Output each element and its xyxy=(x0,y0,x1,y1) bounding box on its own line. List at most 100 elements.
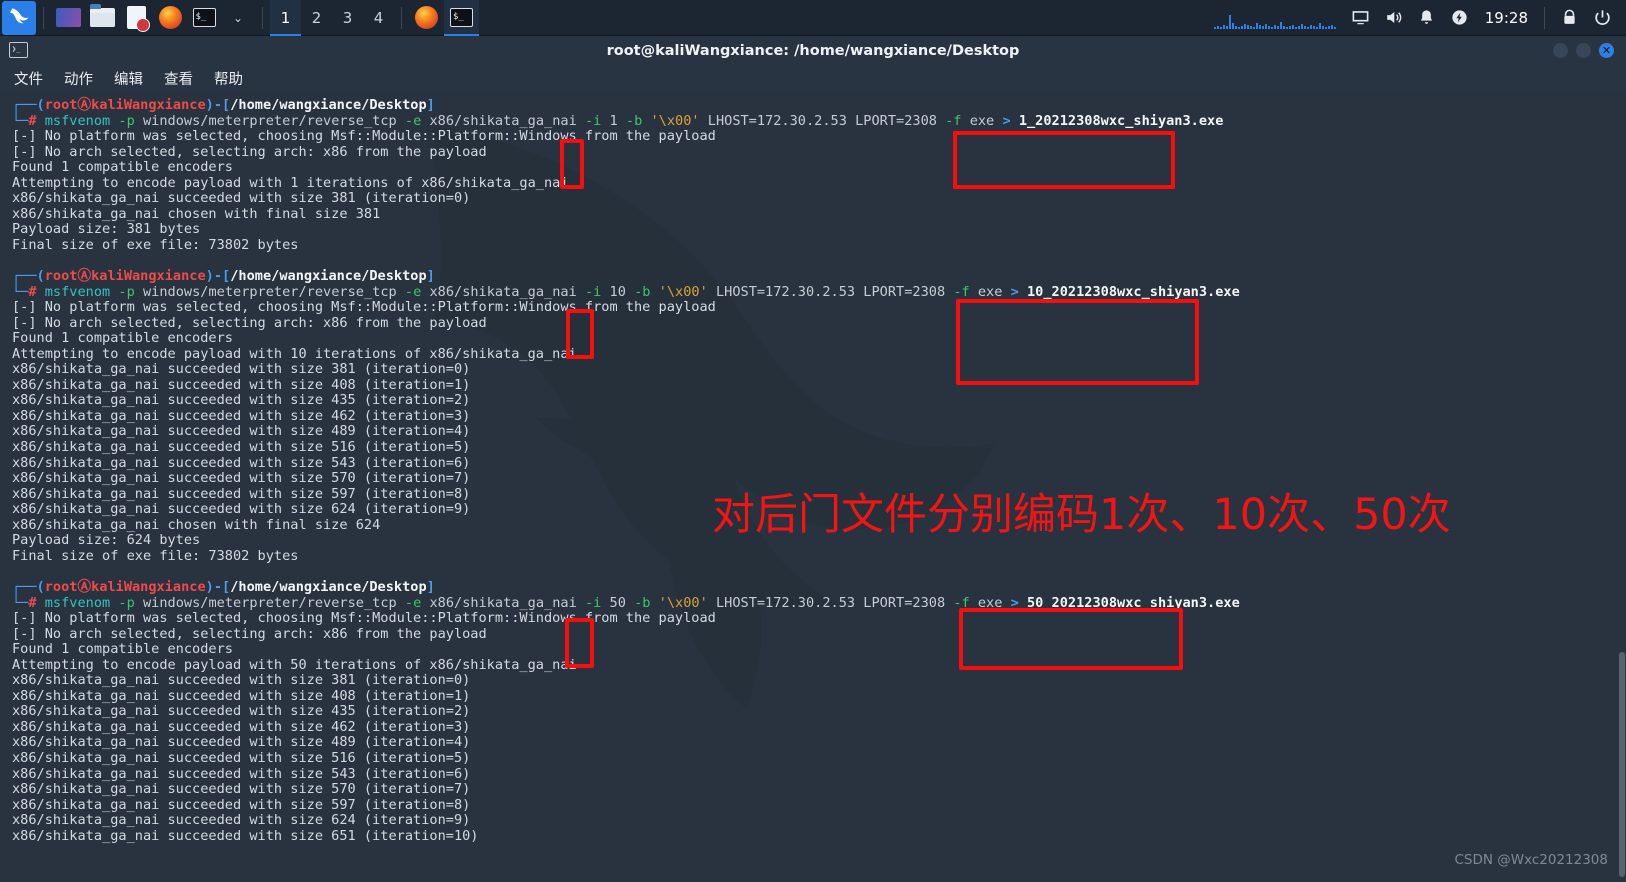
menu-help[interactable]: 帮助 xyxy=(214,68,243,89)
output-line: Attempting to encode payload with 50 ite… xyxy=(12,656,577,673)
output-line: x86/shikata_ga_nai succeeded with size 5… xyxy=(12,781,471,798)
window-title: root@kaliWangxiance: /home/wangxiance/De… xyxy=(606,42,1020,59)
document-icon xyxy=(126,6,150,32)
prompt-header: ┌──(rootⒶkaliWangxiance)-[/home/wangxian… xyxy=(12,578,435,595)
maximize-button[interactable] xyxy=(1576,43,1591,58)
bell-icon xyxy=(1421,10,1433,24)
display-settings-button[interactable] xyxy=(1345,0,1377,36)
divider xyxy=(262,6,263,29)
launcher-file-manager[interactable] xyxy=(85,1,119,35)
lock-icon xyxy=(1563,9,1575,24)
prompt-header: ┌──(rootⒶkaliWangxiance)-[/home/wangxian… xyxy=(12,97,435,113)
gradient-tile-icon xyxy=(55,8,81,27)
monitor-icon xyxy=(1352,11,1369,25)
menubar: 文件 动作 编辑 查看 帮助 xyxy=(0,65,1626,92)
divider xyxy=(401,6,402,29)
output-line: [-] No arch selected, selecting arch: x8… xyxy=(12,625,487,642)
output-line: x86/shikata_ga_nai succeeded with size 6… xyxy=(12,827,479,844)
terminal-output: ┌──(rootⒶkaliWangxiance)-[/home/wangxian… xyxy=(0,92,1626,844)
output-line: Attempting to encode payload with 10 ite… xyxy=(12,345,577,362)
launcher-app-gradient[interactable] xyxy=(51,1,85,35)
output-line: Found 1 compatible encoders xyxy=(12,159,233,176)
divider xyxy=(43,6,44,29)
terminal-icon xyxy=(450,8,473,27)
firefox-icon xyxy=(158,6,182,29)
window-titlebar[interactable]: root@kaliWangxiance: /home/wangxiance/De… xyxy=(0,36,1626,65)
firefox-icon xyxy=(415,6,438,29)
folder-icon xyxy=(89,4,115,27)
power-button[interactable] xyxy=(1444,0,1476,36)
terminal-viewport[interactable]: ┌──(rootⒶkaliWangxiance)-[/home/wangxian… xyxy=(0,92,1626,882)
menu-file[interactable]: 文件 xyxy=(14,68,43,89)
output-line: x86/shikata_ga_nai succeeded with size 4… xyxy=(12,392,471,409)
prompt-header: ┌──(rootⒶkaliWangxiance)-[/home/wangxian… xyxy=(12,268,435,285)
command-line: └─# msfvenom -p windows/meterpreter/reve… xyxy=(12,594,1240,611)
menu-edit[interactable]: 编辑 xyxy=(114,68,143,89)
launcher-firefox[interactable] xyxy=(153,1,187,35)
output-line: Found 1 compatible encoders xyxy=(12,641,233,658)
close-button[interactable]: ✕ xyxy=(1599,43,1614,58)
output-line: Final size of exe file: 73802 bytes xyxy=(12,236,299,253)
output-line: x86/shikata_ga_nai succeeded with size 4… xyxy=(12,718,471,735)
chevron-down-icon: ⌄ xyxy=(232,10,244,25)
speaker-icon xyxy=(1387,11,1402,24)
output-line: x86/shikata_ga_nai chosen with final siz… xyxy=(12,205,381,222)
kali-dragon-icon xyxy=(10,7,29,23)
output-line: x86/shikata_ga_nai succeeded with size 5… xyxy=(12,749,471,766)
workspace-4[interactable]: 4 xyxy=(363,0,394,36)
clock[interactable]: 19:28 xyxy=(1477,9,1536,27)
launcher-text-editor[interactable] xyxy=(119,1,153,35)
output-line: x86/shikata_ga_nai succeeded with size 3… xyxy=(12,190,471,207)
output-line: [-] No platform was selected, choosing M… xyxy=(12,128,716,145)
kali-menu-button[interactable] xyxy=(2,0,36,35)
csdn-watermark: CSDN @Wxc20212308 xyxy=(1454,852,1608,868)
window-controls: ✕ xyxy=(1553,43,1614,58)
logout-icon xyxy=(1594,10,1610,25)
launcher-terminal[interactable] xyxy=(187,1,221,35)
terminal-icon xyxy=(192,8,216,27)
output-line: x86/shikata_ga_nai succeeded with size 4… xyxy=(12,407,471,424)
terminal-scrollbar[interactable] xyxy=(1619,652,1625,877)
workspace-2[interactable]: 2 xyxy=(301,0,332,36)
output-line: [-] No platform was selected, choosing M… xyxy=(12,610,716,627)
output-line: x86/shikata_ga_nai succeeded with size 3… xyxy=(12,361,471,378)
launcher-dropdown[interactable]: ⌄ xyxy=(221,1,255,35)
output-line: Found 1 compatible encoders xyxy=(12,330,233,347)
output-line: x86/shikata_ga_nai succeeded with size 3… xyxy=(12,672,471,689)
output-line: Final size of exe file: 73802 bytes xyxy=(12,547,299,564)
command-line: └─# msfvenom -p windows/meterpreter/reve… xyxy=(12,112,1224,129)
minimize-button[interactable] xyxy=(1553,43,1568,58)
output-line: [-] No platform was selected, choosing M… xyxy=(12,299,716,316)
output-line: x86/shikata_ga_nai succeeded with size 5… xyxy=(12,439,471,456)
power-bolt-icon xyxy=(1452,10,1467,25)
workspace-3[interactable]: 3 xyxy=(332,0,363,36)
lock-screen-button[interactable] xyxy=(1553,0,1585,36)
output-line: x86/shikata_ga_nai succeeded with size 4… xyxy=(12,703,471,720)
output-line: x86/shikata_ga_nai succeeded with size 5… xyxy=(12,765,471,782)
command-line: └─# msfvenom -p windows/meterpreter/reve… xyxy=(12,283,1240,300)
workspace-1[interactable]: 1 xyxy=(270,0,301,36)
divider xyxy=(1544,6,1545,29)
output-line: x86/shikata_ga_nai succeeded with size 5… xyxy=(12,454,471,471)
logout-button[interactable] xyxy=(1586,0,1618,36)
system-tray: 19:28 xyxy=(1213,0,1626,36)
volume-button[interactable] xyxy=(1378,0,1410,36)
menu-actions[interactable]: 动作 xyxy=(64,68,93,89)
output-line: x86/shikata_ga_nai succeeded with size 4… xyxy=(12,734,471,751)
taskbar-launchers: ⌄ 1 2 3 4 xyxy=(0,0,479,36)
terminal-icon xyxy=(9,42,28,58)
output-line: [-] No arch selected, selecting arch: x8… xyxy=(12,314,487,331)
output-line: x86/shikata_ga_nai succeeded with size 5… xyxy=(12,796,471,813)
output-line: Payload size: 381 bytes xyxy=(12,221,201,238)
window-button-firefox[interactable] xyxy=(409,0,444,36)
output-line: Attempting to encode payload with 1 iter… xyxy=(12,174,569,191)
terminal-window: root@kaliWangxiance: /home/wangxiance/De… xyxy=(0,36,1626,882)
window-button-terminal[interactable] xyxy=(444,0,479,36)
network-monitor-icon[interactable] xyxy=(1213,7,1338,29)
output-line: x86/shikata_ga_nai succeeded with size 6… xyxy=(12,812,471,829)
output-line: [-] No arch selected, selecting arch: x8… xyxy=(12,143,487,160)
notifications-button[interactable] xyxy=(1411,0,1443,36)
menu-view[interactable]: 查看 xyxy=(164,68,193,89)
